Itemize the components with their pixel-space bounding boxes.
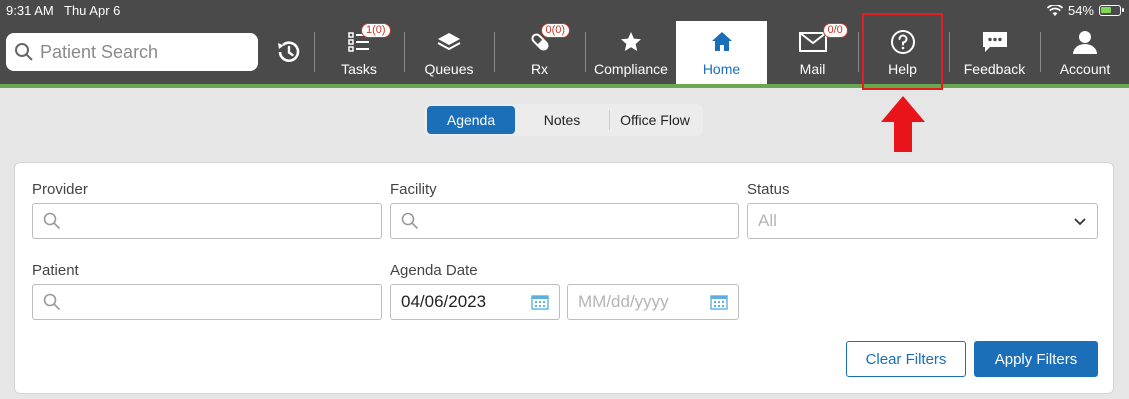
clear-filters-button[interactable]: Clear Filters [846, 341, 966, 377]
facility-field[interactable] [390, 203, 739, 239]
facility-label: Facility [390, 181, 437, 198]
calendar-icon[interactable] [531, 294, 549, 310]
nav-compliance[interactable]: Compliance [587, 21, 675, 84]
agenda-date-to-placeholder: MM/dd/yyyy [578, 292, 669, 311]
nav-tasks-label: Tasks [341, 61, 377, 77]
status-select[interactable]: All [747, 203, 1098, 239]
rx-badge: 0(0) [540, 23, 571, 38]
tab-office-flow[interactable]: Office Flow [610, 106, 700, 134]
nav-mail[interactable]: 0/0 Mail [769, 21, 856, 84]
mail-badge: 0/0 [822, 23, 848, 38]
view-tabs: Agenda Notes Office Flow [424, 104, 703, 136]
tasks-badge: 1(0) [361, 23, 391, 38]
layers-icon [437, 33, 461, 51]
battery-percent: 54% [1067, 3, 1094, 18]
nav-mail-label: Mail [799, 61, 826, 77]
account-icon [1073, 31, 1097, 54]
nav-rx[interactable]: 0(0) Rx [496, 21, 583, 84]
calendar-icon[interactable] [710, 294, 728, 310]
star-icon [621, 32, 641, 51]
nav-account-label: Account [1059, 61, 1111, 77]
patient-field[interactable] [32, 284, 382, 320]
nav-home[interactable]: Home [676, 21, 767, 84]
nav-separator [494, 32, 495, 72]
nav-separator [404, 32, 405, 72]
nav-separator [858, 32, 859, 72]
provider-field[interactable] [32, 203, 382, 239]
tab-agenda[interactable]: Agenda [427, 106, 515, 134]
mail-icon [798, 32, 827, 52]
apply-filters-button[interactable]: Apply Filters [974, 341, 1098, 377]
nav-feedback[interactable]: Feedback [951, 21, 1038, 84]
nav-account[interactable]: Account [1042, 21, 1128, 84]
agenda-date-label: Agenda Date [390, 262, 478, 279]
patient-search-input[interactable] [40, 41, 250, 63]
nav-queues[interactable]: Queues [406, 21, 492, 84]
feedback-icon [982, 32, 1007, 52]
home-icon [711, 32, 732, 51]
nav-rx-label: Rx [530, 61, 549, 77]
history-icon[interactable] [275, 38, 303, 66]
agenda-date-from-value: 04/06/2023 [401, 292, 487, 311]
wifi-icon [1046, 4, 1063, 16]
filters-card: Provider Facility Status All Patient Age… [14, 162, 1114, 394]
nav-compliance-label: Compliance [594, 61, 668, 77]
provider-label: Provider [32, 181, 88, 198]
nav-separator [949, 32, 950, 72]
nav-tasks[interactable]: 1(0) Tasks [316, 21, 402, 84]
chevron-down-icon [1074, 218, 1086, 226]
help-highlight-box [862, 13, 943, 90]
nav-feedback-label: Feedback [963, 61, 1026, 77]
arrow-up-icon [881, 96, 925, 152]
status-label: Status [747, 181, 790, 198]
battery-icon [1099, 5, 1124, 16]
status-indicators: 54% [1046, 3, 1124, 18]
accent-line [0, 84, 1129, 88]
nav-separator [1040, 32, 1041, 72]
nav-home-label: Home [702, 61, 741, 77]
search-icon [43, 293, 61, 311]
nav-queues-label: Queues [424, 61, 474, 77]
patient-label: Patient [32, 262, 79, 279]
agenda-date-to[interactable]: MM/dd/yyyy [567, 284, 739, 320]
search-icon [43, 212, 61, 230]
status-bar: 9:31 AM Thu Apr 6 54% [0, 0, 1129, 20]
tab-notes[interactable]: Notes [515, 106, 609, 134]
search-icon [401, 212, 419, 230]
nav-separator [585, 32, 586, 72]
search-icon [15, 43, 33, 61]
agenda-date-from[interactable]: 04/06/2023 [390, 284, 560, 320]
status-date: Thu Apr 6 [64, 3, 121, 18]
patient-search[interactable] [6, 33, 258, 71]
status-select-value: All [758, 211, 777, 230]
nav-separator [314, 32, 315, 72]
status-time: 9:31 AM [6, 3, 54, 18]
